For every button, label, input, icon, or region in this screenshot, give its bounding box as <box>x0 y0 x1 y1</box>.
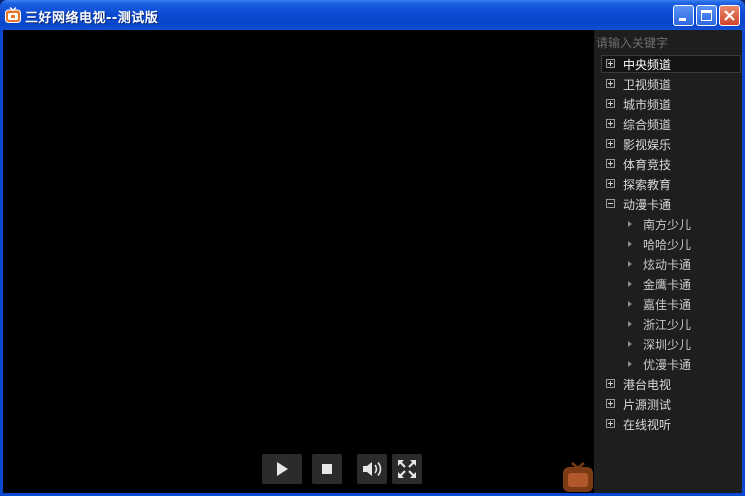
tree-child-item[interactable]: 嘉佳卡通 <box>594 294 742 314</box>
bullet-icon <box>628 241 632 247</box>
volume-icon <box>363 462 382 476</box>
tree-child-label: 南方少儿 <box>643 218 692 232</box>
tree-node[interactable]: 综合频道 <box>594 114 742 134</box>
tree-node-label: 综合频道 <box>623 118 672 132</box>
tree-node-label: 港台电视 <box>623 378 672 392</box>
expand-icon[interactable] <box>606 139 615 148</box>
expand-icon[interactable] <box>606 419 615 428</box>
expand-icon[interactable] <box>606 399 615 408</box>
title-bar[interactable]: 三好网络电视--测试版 <box>0 0 745 30</box>
tree-child-item[interactable]: 深圳少儿 <box>594 334 742 354</box>
tree-child-label: 浙江少儿 <box>643 318 692 332</box>
window-title: 三好网络电视--测试版 <box>25 11 159 26</box>
tree-node-label: 片源测试 <box>623 398 672 412</box>
expand-icon[interactable] <box>606 159 615 168</box>
tree-child-label: 嘉佳卡通 <box>643 298 692 312</box>
tree-node-label: 中央频道 <box>623 58 672 72</box>
channel-panel: 中央频道卫视频道城市频道综合频道影视娱乐体育竞技探索教育动漫卡通南方少儿哈哈少儿… <box>594 30 745 493</box>
tree-node-label: 城市频道 <box>623 98 672 112</box>
tree-child-item[interactable]: 金鹰卡通 <box>594 274 742 294</box>
stop-icon <box>322 464 332 474</box>
tree-node-label: 影视娱乐 <box>623 138 672 152</box>
tree-child-label: 哈哈少儿 <box>643 238 692 252</box>
bullet-icon <box>628 281 632 287</box>
tv-watermark-icon <box>563 462 593 492</box>
search-input[interactable] <box>594 34 745 52</box>
maximize-button[interactable] <box>696 5 717 26</box>
expand-icon[interactable] <box>606 99 615 108</box>
tree-node[interactable]: 片源测试 <box>594 394 742 414</box>
tree-child-label: 炫动卡通 <box>643 258 692 272</box>
close-icon <box>724 10 735 21</box>
fullscreen-button[interactable] <box>392 454 422 484</box>
bullet-icon <box>628 301 632 307</box>
tree-child-item[interactable]: 优漫卡通 <box>594 354 742 374</box>
play-button[interactable] <box>262 454 302 484</box>
collapse-icon[interactable] <box>606 199 615 208</box>
tree-node[interactable]: 影视娱乐 <box>594 134 742 154</box>
fullscreen-icon <box>398 460 416 478</box>
expand-icon[interactable] <box>606 379 615 388</box>
bullet-icon <box>628 261 632 267</box>
tree-child-label: 优漫卡通 <box>643 358 692 372</box>
bullet-icon <box>628 221 632 227</box>
tree-child-label: 金鹰卡通 <box>643 278 692 292</box>
tree-node-label: 在线视听 <box>623 418 672 432</box>
stop-button[interactable] <box>312 454 342 484</box>
tree-node[interactable]: 中央频道 <box>594 54 742 74</box>
tree-child-label: 深圳少儿 <box>643 338 692 352</box>
bullet-icon <box>628 321 632 327</box>
app-window: 三好网络电视--测试版 请输入关键字 中央频道 卫视频道 城市频道 综合频道 影… <box>0 0 745 496</box>
tree-node-label: 体育竞技 <box>623 158 672 172</box>
tree-node-label: 卫视频道 <box>623 78 672 92</box>
expand-icon[interactable] <box>606 179 615 188</box>
tree-node[interactable]: 探索教育 <box>594 174 742 194</box>
bullet-icon <box>628 341 632 347</box>
tree-child-item[interactable]: 浙江少儿 <box>594 314 742 334</box>
tree-child-item[interactable]: 炫动卡通 <box>594 254 742 274</box>
tree-node-label: 探索教育 <box>623 178 672 192</box>
tree-node[interactable]: 港台电视 <box>594 374 742 394</box>
close-button[interactable] <box>719 5 740 26</box>
minimize-icon <box>679 18 686 21</box>
maximize-icon <box>701 10 712 21</box>
play-icon <box>277 462 288 476</box>
tree-node[interactable]: 卫视频道 <box>594 74 742 94</box>
bullet-icon <box>628 361 632 367</box>
tree-node[interactable]: 体育竞技 <box>594 154 742 174</box>
video-area[interactable] <box>3 30 594 493</box>
tree-node[interactable]: 城市频道 <box>594 94 742 114</box>
expand-icon[interactable] <box>606 59 615 68</box>
volume-button[interactable] <box>357 454 387 484</box>
expand-icon[interactable] <box>606 119 615 128</box>
expand-icon[interactable] <box>606 79 615 88</box>
tree-node-label: 动漫卡通 <box>623 198 672 212</box>
tree-child-item[interactable]: 哈哈少儿 <box>594 234 742 254</box>
tv-app-icon <box>5 7 21 23</box>
tree-node[interactable]: 动漫卡通 <box>594 194 742 214</box>
minimize-button[interactable] <box>673 5 694 26</box>
tree-node[interactable]: 在线视听 <box>594 414 742 434</box>
tree-child-item[interactable]: 南方少儿 <box>594 214 742 234</box>
